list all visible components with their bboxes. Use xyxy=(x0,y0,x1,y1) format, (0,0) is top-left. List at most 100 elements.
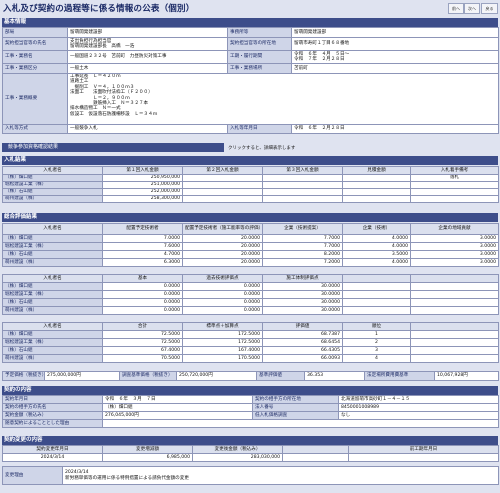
eval2-col-base: 基本 xyxy=(102,274,183,283)
score-cell: 0.0000 xyxy=(182,298,263,307)
change-col-date: 契約変更年月日 xyxy=(2,445,103,454)
bid-note xyxy=(410,181,499,189)
score-cell: 170.5000 xyxy=(182,354,263,363)
contractor-address-value: 北海道留萌市高砂町１－４－１５ xyxy=(338,395,499,404)
back-button[interactable]: 戻る xyxy=(481,3,498,14)
evaluation-table-1: 入札者名 配置予定技術者 配置予定技術者（施工能率等の評価） 企業（技術提案） … xyxy=(2,223,499,267)
bid-amount xyxy=(262,195,343,203)
score-cell: 7.2000 xyxy=(262,258,343,267)
bid-amount xyxy=(262,188,343,196)
private-contract-reason-label: 随意契約によることとした理由 xyxy=(2,419,103,428)
empty-cell xyxy=(410,306,499,315)
table-row: 萌州建設（株） 0.0000 0.0000 30.0000 xyxy=(2,306,499,315)
work-name-value: 一般国道２３２号 苫前町 力昼防災対策工事 xyxy=(67,50,228,64)
eval-col-proposal: 企業（技術提案） xyxy=(262,223,343,235)
score-cell: 172.5000 xyxy=(182,330,263,339)
participants-link[interactable]: 競争参加資格確認結果 xyxy=(2,143,224,152)
table-row: 萌州建設（株） 258,300,000 xyxy=(2,195,499,203)
table-row: 萌州建設（株） 6.3000 20.0000 7.2000 4.0000 3.0… xyxy=(2,258,499,267)
site-cost-label: 法定場所費用費基準 xyxy=(364,371,435,381)
score-cell: 68.7387 xyxy=(262,330,343,339)
score-cell: 30.0000 xyxy=(262,282,343,291)
page-title: 入札及び契約の過程等に係る情報の公表（個別） xyxy=(3,4,195,14)
score-cell: 3.0000 xyxy=(410,258,499,267)
work-name-label: 工事・業務名 xyxy=(2,50,68,64)
period-label: 工期・履行期間 xyxy=(227,50,292,64)
base-score-value: 36.353 xyxy=(304,371,365,381)
bid-note xyxy=(410,188,499,196)
score-cell: 0.0000 xyxy=(102,306,183,315)
bid-col-round1: 第１回入札金額 xyxy=(102,166,183,175)
empty-cell xyxy=(410,282,499,291)
eval2-col-structure: 施工体制評価点 xyxy=(262,274,343,283)
eval-col-name: 入札者名 xyxy=(2,223,103,235)
score-cell: 172.5000 xyxy=(182,338,263,347)
table-row: （株）石山組 4.7000 20.0000 8.2000 3.5000 3.00… xyxy=(2,250,499,259)
bidder-name: 萌州建設（株） xyxy=(2,306,103,315)
eval2-col-blank xyxy=(342,274,411,283)
score-cell: 0.0000 xyxy=(102,298,183,307)
change-col-blank xyxy=(282,445,349,454)
score-cell: 167.4000 xyxy=(182,346,263,355)
score-cell: 30.0000 xyxy=(262,290,343,299)
eval3-col-name: 入札者名 xyxy=(2,322,103,331)
score-cell: 0.0000 xyxy=(182,306,263,315)
private-contract-reason-value xyxy=(102,419,499,428)
table-row: 堀松建設工業（株） 251,000,000 xyxy=(2,181,499,189)
contract-table: 契約年月日 令和 ６年 ３月 ７日 契約の相手方の所在地 北海道留萌市高砂町１－… xyxy=(2,395,499,428)
bidder-name: 堀松建設工業（株） xyxy=(2,290,103,299)
contract-date-label: 契約年月日 xyxy=(2,395,103,404)
score-cell: 68.6454 xyxy=(262,338,343,347)
change-col-period: 前工期年月日 xyxy=(348,445,499,454)
table-row: （株）畑口組 72.5000 172.5000 68.7387 1 xyxy=(2,330,499,339)
bid-amount: 252,000,000 xyxy=(102,188,183,196)
office-label: 事務所等 xyxy=(227,27,292,38)
score-cell: 7.0000 xyxy=(102,234,183,243)
empty-cell xyxy=(342,290,411,299)
score-cell: 20.0000 xyxy=(182,250,263,259)
change-reason-value: 2024/3/14 新労務単価等の運用に係る特例措置による請負代金額の変更 xyxy=(62,466,499,485)
estimate-amount xyxy=(342,174,411,182)
bidder-name: （株）畑口組 xyxy=(2,282,103,291)
bidder-name: 堀松建設工業（株） xyxy=(2,181,103,189)
change-col-diff: 変更増減額 xyxy=(102,445,193,454)
office-value: 留萌開発建設部 xyxy=(291,27,499,38)
estimate-amount xyxy=(342,188,411,196)
bidder-name: 萌州建設（株） xyxy=(2,258,103,267)
empty-cell xyxy=(342,282,411,291)
overview-value: 工事延長 Ｌ＝４２０ｍ 道路土工 掘削工 Ｖ＝４，１００ｍ３ 法面工 法面吹付法… xyxy=(67,73,499,125)
bidder-name: 堀松建設工業（株） xyxy=(2,242,103,251)
score-cell: 20.0000 xyxy=(182,234,263,243)
evaluation-table-2: 入札者名 基本 過去技術評価点 施工体制評価点 （株）畑口組 0.0000 0.… xyxy=(2,274,499,315)
low-bid-survey-label: 低入札価格調査 xyxy=(252,411,339,420)
bidder-name: （株）石山組 xyxy=(2,298,103,307)
score-cell: 72.5000 xyxy=(102,330,183,339)
participants-note: クリックすると、詳細表示します xyxy=(228,146,296,151)
eval3-col-blank xyxy=(410,322,499,331)
change-reason-label: 変更理由 xyxy=(2,466,63,485)
bid-date-value: 令和 ６年 ２月２８日 xyxy=(291,124,499,134)
evaluation-summary-table: 予定価格（税抜き） 275,000,000円 調査基準価格（税抜き） 250,7… xyxy=(2,371,499,381)
score-cell: 4.0000 xyxy=(342,242,411,251)
score-cell: 3.0000 xyxy=(410,250,499,259)
next-button[interactable]: 次へ xyxy=(464,3,480,14)
survey-price-label: 調査基準価格（税抜き） xyxy=(119,371,177,381)
bidder-name: （株）石山組 xyxy=(2,188,103,196)
eval-col-engineer-efficiency: 配置予定技術者（施工能率等の評価） xyxy=(182,223,263,235)
evaluation-table-3: 入札者名 合計 標準点＋加算点 評価値 順位 （株）畑口組 72.5000 17… xyxy=(2,322,499,363)
eval2-col-blank xyxy=(410,274,499,283)
bid-amount: 258,300,000 xyxy=(102,195,183,203)
score-cell: 7.7000 xyxy=(262,242,343,251)
corporate-number-value: 8450001008989 xyxy=(338,403,499,412)
bid-col-round2: 第２回入札金額 xyxy=(182,166,263,175)
bid-amount xyxy=(262,181,343,189)
bidder-name: 萌州建設（株） xyxy=(2,354,103,363)
contract-header: 契約の内容 xyxy=(2,386,498,395)
bidder-name: （株）石山組 xyxy=(2,346,103,355)
prev-button[interactable]: 前へ xyxy=(448,3,464,14)
score-cell: 4.0000 xyxy=(342,234,411,243)
officer-label: 契約担当官等の氏名 xyxy=(2,37,68,51)
eval3-col-standard: 標準点＋加算点 xyxy=(182,322,263,331)
bid-results-header: 入札結果 xyxy=(2,156,498,165)
corporate-number-label: 法人番号 xyxy=(252,403,339,412)
